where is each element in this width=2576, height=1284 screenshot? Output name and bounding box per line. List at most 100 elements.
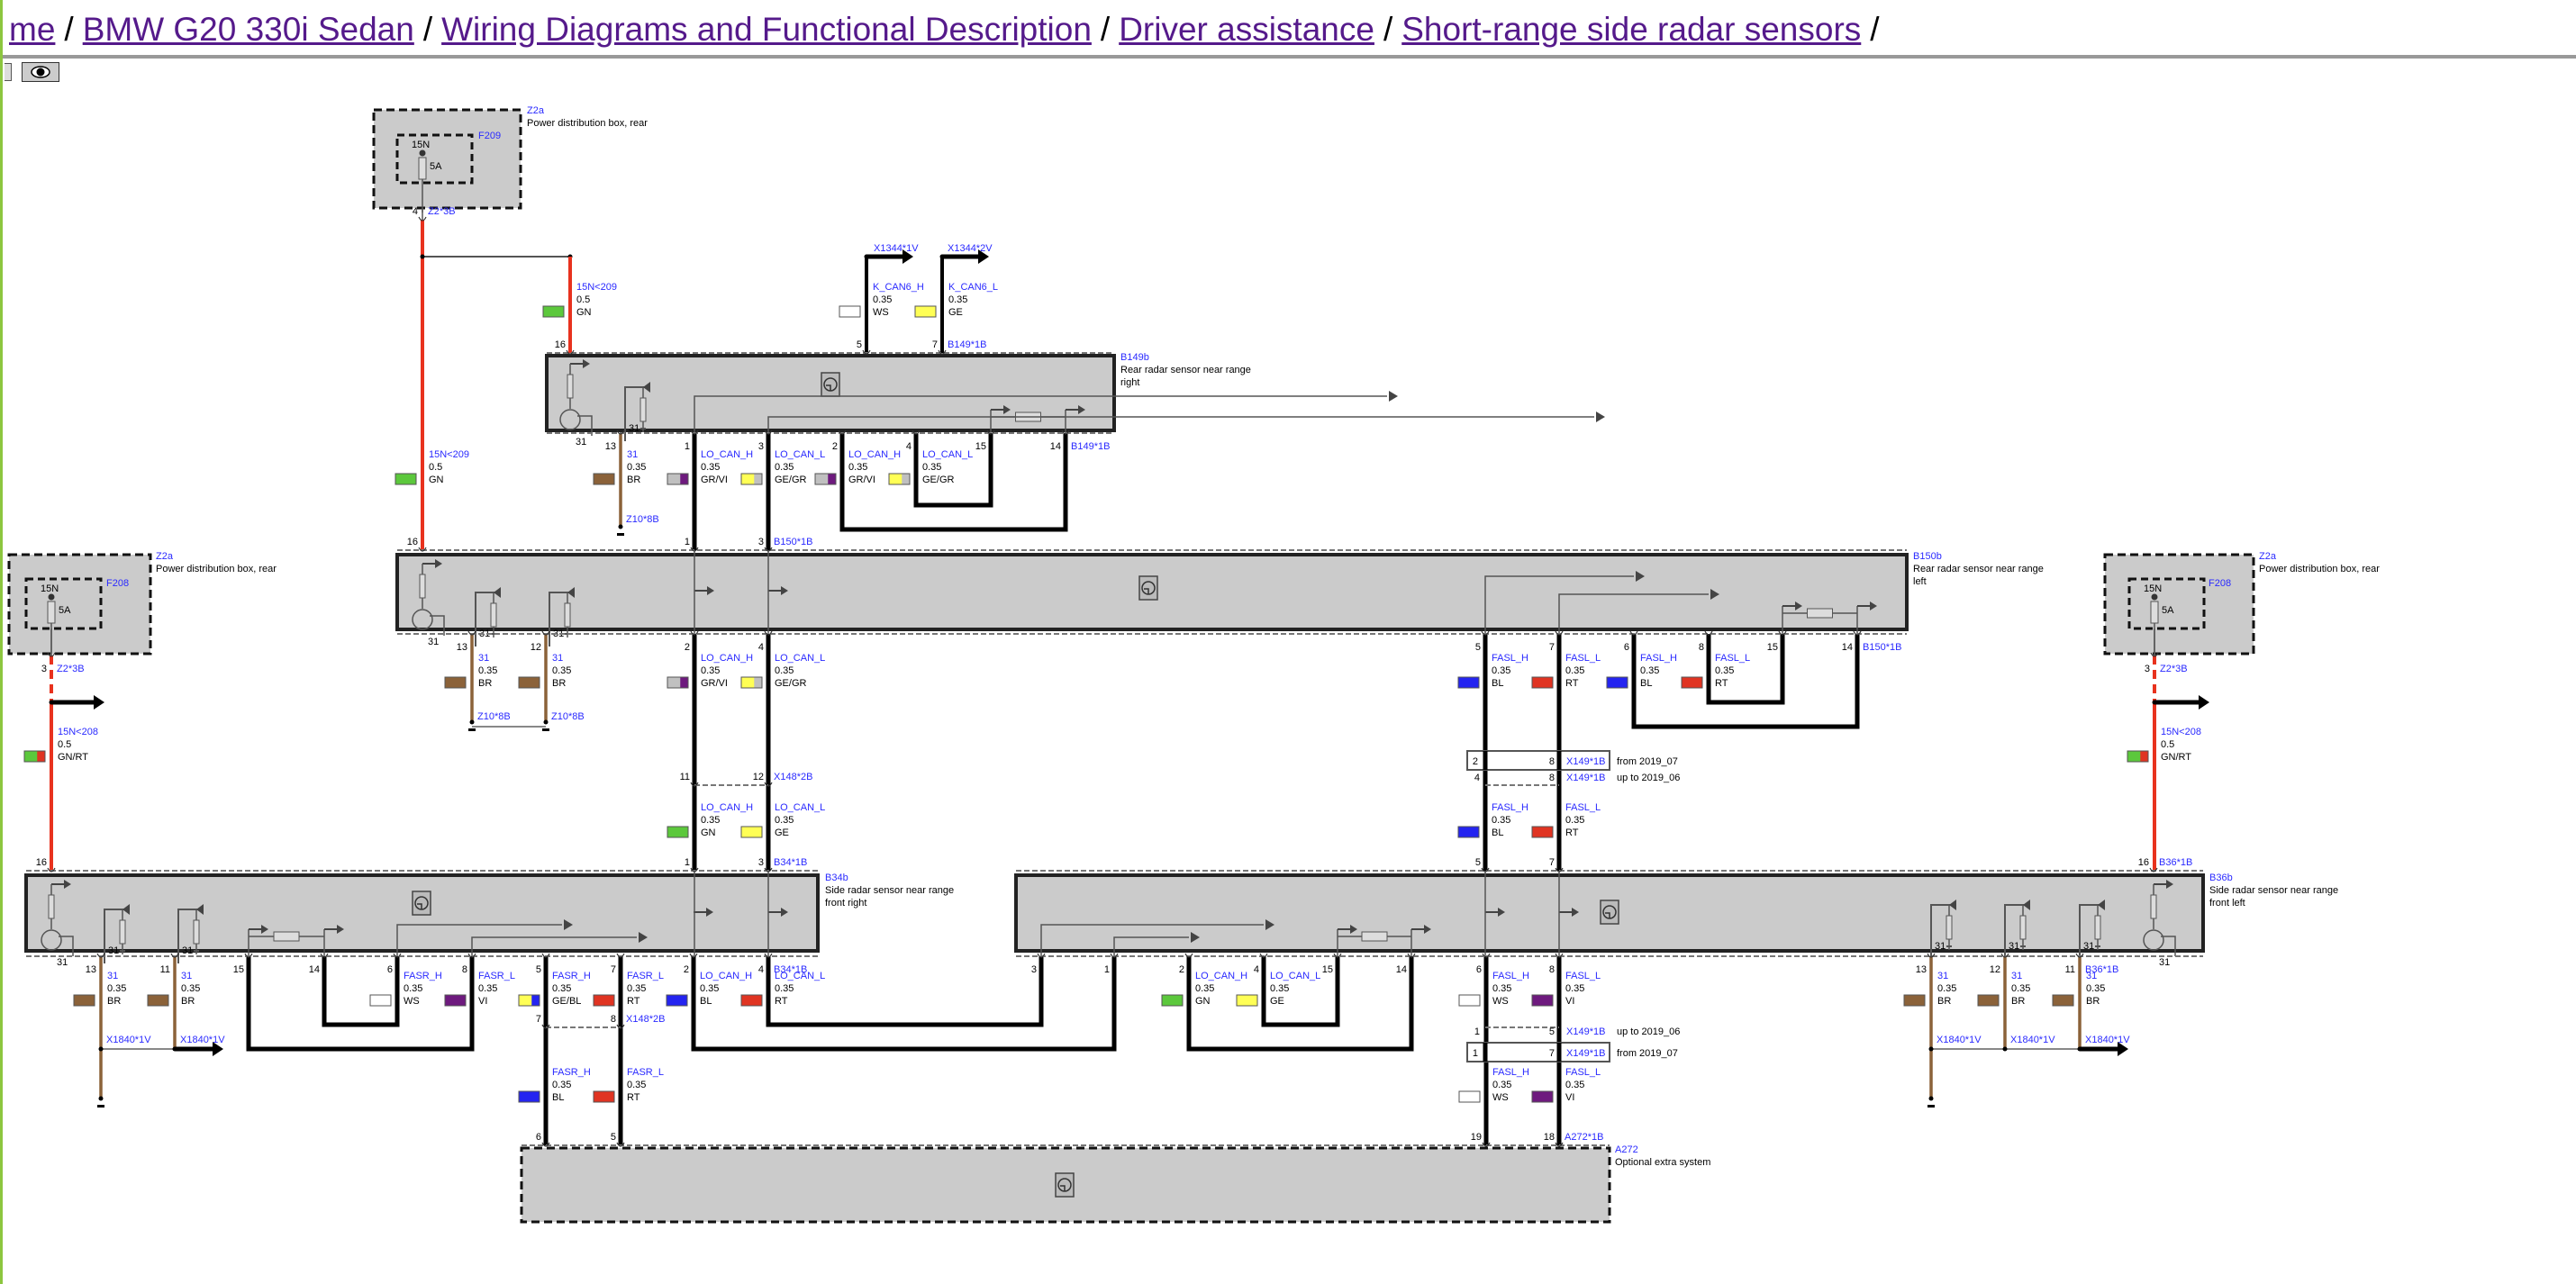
wire-color-code: GR/VI bbox=[848, 475, 875, 485]
breadcrumb-driver-assistance[interactable]: Driver assistance bbox=[1119, 11, 1374, 48]
component-id: B36b bbox=[2209, 873, 2233, 883]
wire-color-code: GN bbox=[701, 827, 716, 838]
pin-icon bbox=[764, 547, 773, 552]
wire-name: 31 bbox=[627, 449, 638, 460]
wire-color-swatch bbox=[2127, 750, 2149, 763]
ground-dot bbox=[618, 524, 623, 529]
pin-number: 13 bbox=[605, 441, 616, 452]
internal-arrow-icon bbox=[1191, 932, 1200, 943]
component-description: left bbox=[1913, 576, 1927, 587]
wire-gauge: 0.35 bbox=[552, 665, 571, 676]
pin-icon bbox=[1555, 953, 1564, 958]
pin-icon bbox=[47, 867, 56, 873]
pin-icon bbox=[912, 430, 921, 435]
signal-label: X1344*1V bbox=[874, 243, 919, 254]
wire-color-swatch bbox=[1236, 994, 1258, 1007]
wire-color-code: GE/GR bbox=[775, 475, 807, 485]
pin-number: 5 bbox=[1475, 642, 1481, 653]
optional-extra-system bbox=[520, 1146, 1611, 1224]
component-description: Power distribution box, rear bbox=[2259, 564, 2380, 574]
wire-name: FASR_H bbox=[552, 1067, 591, 1078]
wire-color-swatch bbox=[1903, 994, 1926, 1007]
signal-wire bbox=[691, 956, 1117, 1052]
pin-icon bbox=[764, 867, 773, 873]
side-radar-sensor-front-left bbox=[1014, 873, 2205, 953]
wire-color-swatch bbox=[444, 994, 467, 1007]
toggle-view-button[interactable] bbox=[22, 62, 59, 82]
wire-name: FASR_L bbox=[627, 971, 664, 981]
pin-icon bbox=[616, 430, 625, 435]
continuation-arrow-head bbox=[2199, 695, 2209, 710]
wire-gauge: 0.35 bbox=[701, 462, 720, 473]
wire-color-swatch bbox=[518, 676, 540, 689]
wire-color-code: GE bbox=[948, 307, 963, 318]
power-distribution-box-rear bbox=[2103, 553, 2255, 656]
ground-label: 31 bbox=[2159, 957, 2170, 968]
pin-icon bbox=[467, 953, 476, 958]
wire-color-swatch bbox=[667, 676, 689, 689]
pin-icon bbox=[616, 1024, 625, 1029]
wire-color-code: GR/VI bbox=[701, 678, 728, 689]
connector-id: X148*2B bbox=[774, 772, 812, 782]
wire-gauge: 0.35 bbox=[848, 462, 867, 473]
connector-id: B149*1B bbox=[1071, 441, 1110, 452]
control-unit-icon bbox=[1138, 575, 1158, 601]
wire-color-swatch bbox=[1161, 994, 1184, 1007]
wire-name: FASR_H bbox=[552, 971, 591, 981]
pin-icon bbox=[689, 953, 698, 958]
wire-color-swatch bbox=[395, 473, 417, 485]
fuse-terminal-dot bbox=[419, 149, 426, 157]
wire-color-swatch bbox=[740, 994, 763, 1007]
wire-name: 15N<209 bbox=[576, 282, 617, 293]
pin-number: 7 bbox=[1549, 1048, 1555, 1059]
internal-arrow-icon bbox=[196, 904, 204, 915]
internal-line bbox=[577, 415, 593, 436]
fuse-id: F208 bbox=[2209, 578, 2231, 589]
fuse-rating-label: 5A bbox=[2162, 605, 2174, 616]
pin-icon bbox=[764, 953, 773, 958]
component-description: Optional extra system bbox=[1615, 1157, 1710, 1168]
ground-icon bbox=[2020, 945, 2026, 947]
junction-dot bbox=[420, 254, 425, 259]
pin-icon bbox=[690, 630, 699, 636]
wire-color-swatch bbox=[1531, 1090, 1554, 1103]
ground-icon bbox=[97, 1105, 104, 1108]
wire-color-swatch bbox=[839, 305, 861, 318]
resistor-icon bbox=[2150, 894, 2157, 919]
wire-gauge: 0.35 bbox=[2011, 983, 2030, 994]
connector-id: X149*1B bbox=[1566, 1026, 1605, 1037]
breadcrumb-home[interactable]: me bbox=[9, 11, 55, 48]
wire-gauge: 0.35 bbox=[775, 983, 794, 994]
wire-color-swatch bbox=[1458, 1090, 1481, 1103]
component-id: Z2a bbox=[156, 551, 174, 562]
pin-icon bbox=[690, 547, 699, 552]
breadcrumb-vehicle[interactable]: BMW G20 330i Sedan bbox=[83, 11, 414, 48]
wire-color-code: BL bbox=[552, 1092, 564, 1103]
wire-color-code: BR bbox=[627, 475, 640, 485]
pin-icon bbox=[541, 1142, 550, 1147]
wire-name: FASL_H bbox=[1492, 971, 1529, 981]
breadcrumb-current-page[interactable]: Short-range side radar sensors bbox=[1401, 11, 1861, 48]
pin-icon bbox=[1555, 630, 1564, 636]
breadcrumb-wiring-diagrams[interactable]: Wiring Diagrams and Functional Descripti… bbox=[441, 11, 1092, 48]
internal-arrow-icon bbox=[1949, 900, 1956, 910]
pin-icon bbox=[393, 953, 402, 958]
internal-arrow-icon bbox=[1078, 405, 1085, 414]
resistor-icon bbox=[2094, 915, 2101, 940]
wire-name: LO_CAN_H bbox=[701, 449, 753, 460]
terminating-resistor-icon bbox=[1015, 411, 1041, 422]
wire-color-swatch-stripe bbox=[902, 474, 910, 484]
junction-dot bbox=[2002, 1046, 2008, 1052]
pin-number: 4 bbox=[758, 642, 764, 653]
fuse-rating-label: 5A bbox=[430, 161, 442, 172]
wire-color-swatch bbox=[73, 994, 95, 1007]
pin-icon bbox=[764, 430, 773, 435]
internal-arrow-icon bbox=[1710, 589, 1719, 600]
pin-icon bbox=[1778, 630, 1787, 636]
wire-gauge: 0.35 bbox=[552, 983, 571, 994]
wire-gauge: 0.35 bbox=[1492, 983, 1511, 994]
signal-wire bbox=[1631, 634, 1860, 729]
toolbar-button-partial[interactable] bbox=[5, 63, 12, 81]
wire-name: FASL_L bbox=[1715, 653, 1750, 664]
ground-icon bbox=[617, 533, 624, 536]
